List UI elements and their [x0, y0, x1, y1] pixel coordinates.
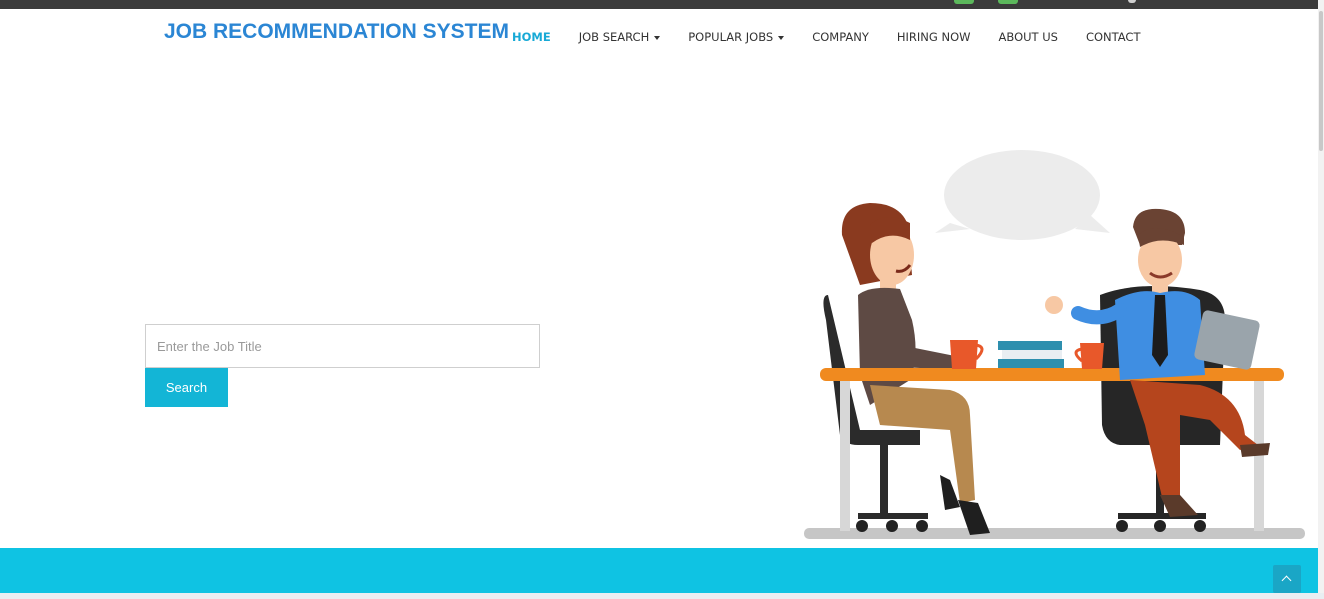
page-scrollbar[interactable]	[1318, 0, 1324, 599]
bottom-strip	[0, 593, 1324, 599]
footer-band	[0, 548, 1318, 593]
nav-job-search-label: JOB SEARCH	[578, 30, 650, 44]
speech-bubble-icon	[935, 150, 1110, 240]
man-figure	[1045, 208, 1270, 517]
chevron-up-icon	[1281, 575, 1292, 586]
nav-home[interactable]: HOME	[498, 30, 565, 44]
nav-hiring-now[interactable]: HIRING NOW	[883, 30, 985, 44]
nav-about-us[interactable]: ABOUT US	[985, 30, 1072, 44]
caret-down-icon	[654, 35, 661, 40]
job-title-search-input[interactable]	[145, 324, 540, 368]
nav-popular-jobs[interactable]: POPULAR JOBS	[674, 30, 798, 44]
nav-contact[interactable]: CONTACT	[1072, 30, 1155, 44]
top-bar	[0, 0, 1324, 9]
job-interview-illustration	[804, 150, 1305, 539]
nav-company[interactable]: COMPANY	[798, 30, 883, 44]
search-button[interactable]: Search	[145, 368, 228, 407]
nav-job-search[interactable]: JOB SEARCH	[565, 30, 675, 44]
main-nav: HOME JOB SEARCH POPULAR JOBS COMPANY HIR…	[498, 30, 1154, 44]
back-to-top-button[interactable]	[1273, 565, 1301, 593]
scrollbar-thumb[interactable]	[1319, 11, 1323, 151]
top-bar-icon[interactable]	[1128, 0, 1136, 3]
site-title[interactable]: JOB RECOMMENDATION SYSTEM	[164, 20, 509, 44]
nav-popular-jobs-label: POPULAR JOBS	[688, 30, 774, 44]
caret-down-icon	[778, 35, 785, 40]
site-header: JOB RECOMMENDATION SYSTEM HOME JOB SEARC…	[0, 9, 1318, 71]
social-icon[interactable]	[998, 0, 1018, 4]
social-icon[interactable]	[954, 0, 974, 4]
